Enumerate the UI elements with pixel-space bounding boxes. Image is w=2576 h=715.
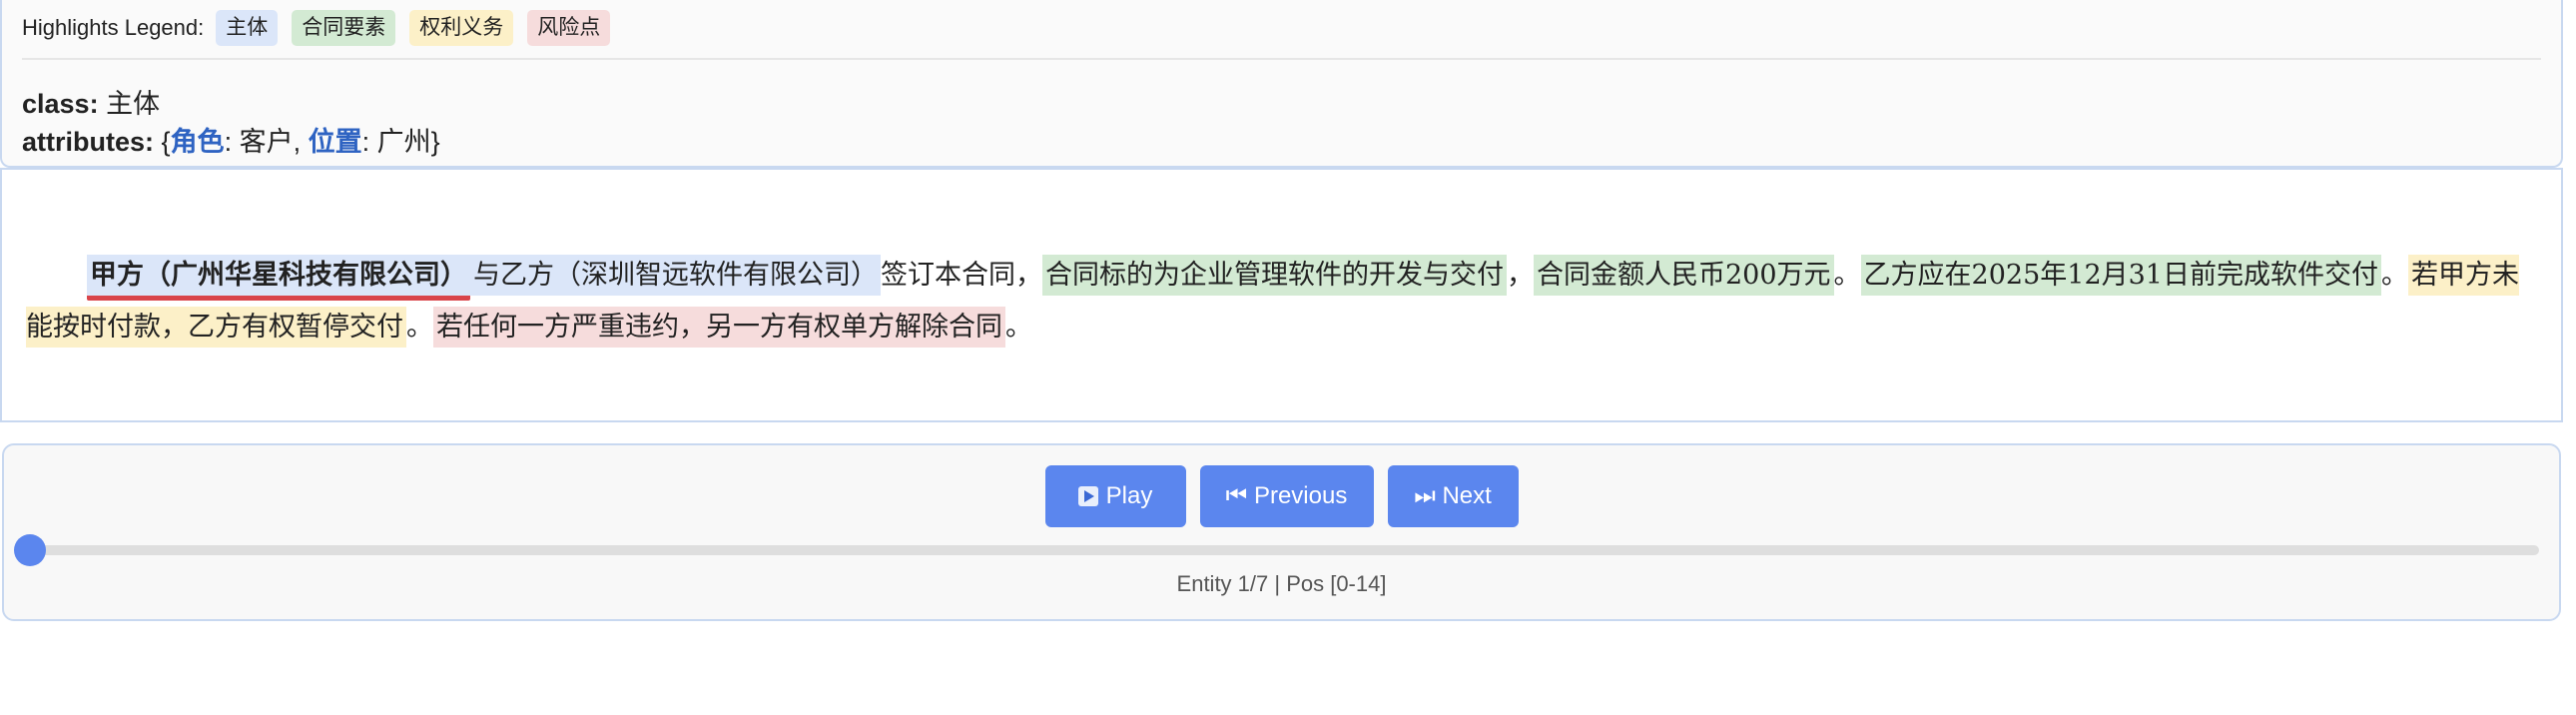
document-text: 甲方（广州华星科技有限公司） 与乙方（深圳智远软件有限公司） 签订本合同， 合同标的为… bbox=[26, 250, 2537, 354]
progress-slider-thumb[interactable] bbox=[14, 534, 46, 566]
attributes-close-brace: } bbox=[430, 127, 440, 157]
entity-highlight[interactable]: 乙方应在2025年12月31日前完成软件交付 bbox=[1860, 255, 2381, 296]
attribute-key-location: 位置 bbox=[308, 127, 362, 157]
legend-title: Highlights Legend: bbox=[22, 15, 205, 40]
plain-text: ， bbox=[1507, 260, 1534, 291]
attribute-value-role: 客户 bbox=[239, 127, 294, 157]
plain-text: 。 bbox=[1005, 312, 1032, 343]
play-button[interactable]: Play bbox=[1044, 465, 1186, 527]
previous-button[interactable]: ⏮ Previous bbox=[1199, 465, 1374, 527]
entity-highlight[interactable]: 合同标的为企业管理软件的开发与交付 bbox=[1042, 255, 1507, 296]
attribute-key-role: 角色 bbox=[170, 127, 225, 157]
next-label: ⏭ Next bbox=[1414, 482, 1492, 509]
entity-highlight[interactable]: 与乙方（深圳智远软件有限公司） bbox=[470, 255, 881, 296]
attribute-value-location: 广州 bbox=[376, 127, 431, 157]
legend-chip-subject: 主体 bbox=[216, 10, 279, 46]
class-label: class: bbox=[22, 89, 99, 119]
plain-text: 。 bbox=[406, 312, 433, 343]
progress-slider-track[interactable] bbox=[14, 534, 2539, 566]
highlights-legend: Highlights Legend: 主体 合同要素 权利义务 风险点 bbox=[22, 8, 624, 48]
legend-chip-rights-obligations: 权利义务 bbox=[409, 10, 514, 46]
document-text-panel: 甲方（广州华星科技有限公司） 与乙方（深圳智远软件有限公司） 签订本合同， 合同标的为… bbox=[0, 168, 2563, 422]
play-label: Play bbox=[1105, 482, 1153, 509]
entity-status-text: Entity 1/7 | Pos [0-14] bbox=[1176, 571, 1387, 596]
playback-controls: Play ⏮ Previous ⏭ Next Entity 1/7 | Pos … bbox=[2, 443, 2561, 621]
entity-highlight[interactable]: 合同金额人民币200万元 bbox=[1534, 255, 1834, 296]
entity-attributes-line: attributes: {角色: 客户, 位置: 广州} bbox=[22, 127, 440, 157]
class-value: 主体 bbox=[106, 89, 161, 119]
plain-text: 。 bbox=[1833, 260, 1861, 291]
control-buttons: Play ⏮ Previous ⏭ Next bbox=[4, 465, 2559, 527]
entity-highlight-active[interactable]: 甲方（广州华星科技有限公司） bbox=[87, 255, 470, 301]
attributes-open-brace: { bbox=[161, 127, 171, 157]
plain-text: 。 bbox=[2380, 260, 2408, 291]
entity-class-line: class: 主体 bbox=[22, 82, 160, 121]
previous-label: ⏮ Previous bbox=[1225, 482, 1348, 509]
legend-chip-risk-point: 风险点 bbox=[527, 10, 611, 46]
entity-highlight[interactable]: 若任何一方严重违约，另一方有权单方解除合同 bbox=[433, 307, 1005, 348]
legend-divider bbox=[22, 58, 2541, 60]
plain-text: 签订本合同， bbox=[881, 260, 1042, 291]
play-icon bbox=[1077, 486, 1098, 506]
attributes-label: attributes: bbox=[22, 127, 155, 157]
entity-info-panel: Highlights Legend: 主体 合同要素 权利义务 风险点 clas… bbox=[0, 0, 2563, 168]
legend-chip-contract-element: 合同要素 bbox=[292, 10, 396, 46]
next-button[interactable]: ⏭ Next bbox=[1387, 465, 1519, 527]
